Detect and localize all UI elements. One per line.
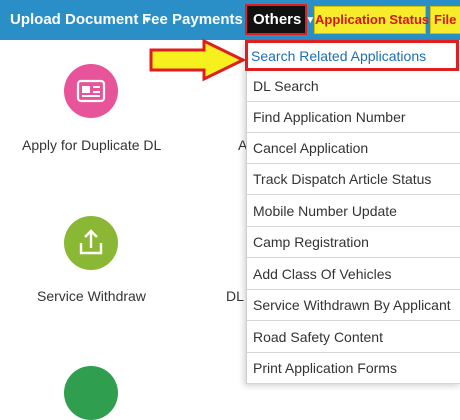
menu-item-camp-registration[interactable]: Camp Registration [247, 227, 460, 258]
nav-upload-document[interactable]: Upload Document ▼ [10, 0, 152, 40]
service-withdraw-icon[interactable] [64, 216, 118, 270]
nav-fee-label: Fee Payments [142, 11, 243, 28]
menu-item-find-application[interactable]: Find Application Number [247, 102, 460, 133]
nav-status-label: Application Status [315, 12, 430, 27]
yellow-arrow-icon [149, 38, 247, 82]
nav-fee-payments[interactable]: Fee Payments▼ [142, 0, 257, 40]
menu-item-service-withdrawn[interactable]: Service Withdrawn By Applicant [247, 290, 460, 321]
menu-item-road-safety[interactable]: Road Safety Content [247, 322, 460, 353]
nav-file-label: File V [434, 12, 460, 27]
duplicate-dl-label[interactable]: Apply for Duplicate DL [22, 137, 161, 153]
menu-item-cancel-application[interactable]: Cancel Application [247, 133, 460, 164]
menu-item-mobile-update[interactable]: Mobile Number Update [247, 196, 460, 227]
menu-item-dl-search[interactable]: DL Search [247, 71, 460, 102]
menu-item-track-dispatch[interactable]: Track Dispatch Article Status [247, 164, 460, 195]
others-dropdown-menu: Search Related Applications DL Search Fi… [245, 40, 460, 384]
upload-box-icon [79, 229, 103, 255]
nav-others[interactable]: Others ▼ [245, 4, 315, 35]
menu-item-print-forms[interactable]: Print Application Forms [247, 353, 460, 384]
duplicate-dl-icon[interactable] [64, 64, 118, 118]
service-withdraw-label[interactable]: Service Withdraw [37, 288, 146, 304]
next-service-icon[interactable] [64, 366, 118, 420]
top-navbar: Upload Document▼ Fee Payments▼ Others▼ A… [0, 0, 460, 40]
nav-others-label: Others [253, 11, 302, 28]
nav-file-v[interactable]: File V [430, 6, 460, 34]
menu-item-add-class[interactable]: Add Class Of Vehicles [247, 259, 460, 290]
nav-application-status[interactable]: Application Status [314, 6, 430, 34]
menu-item-search-related[interactable]: Search Related Applications [245, 40, 459, 71]
license-card-icon [76, 79, 106, 103]
nav-upload-label: Upload Document [10, 11, 139, 28]
partial-dl-tile-label[interactable]: DL [226, 288, 244, 304]
